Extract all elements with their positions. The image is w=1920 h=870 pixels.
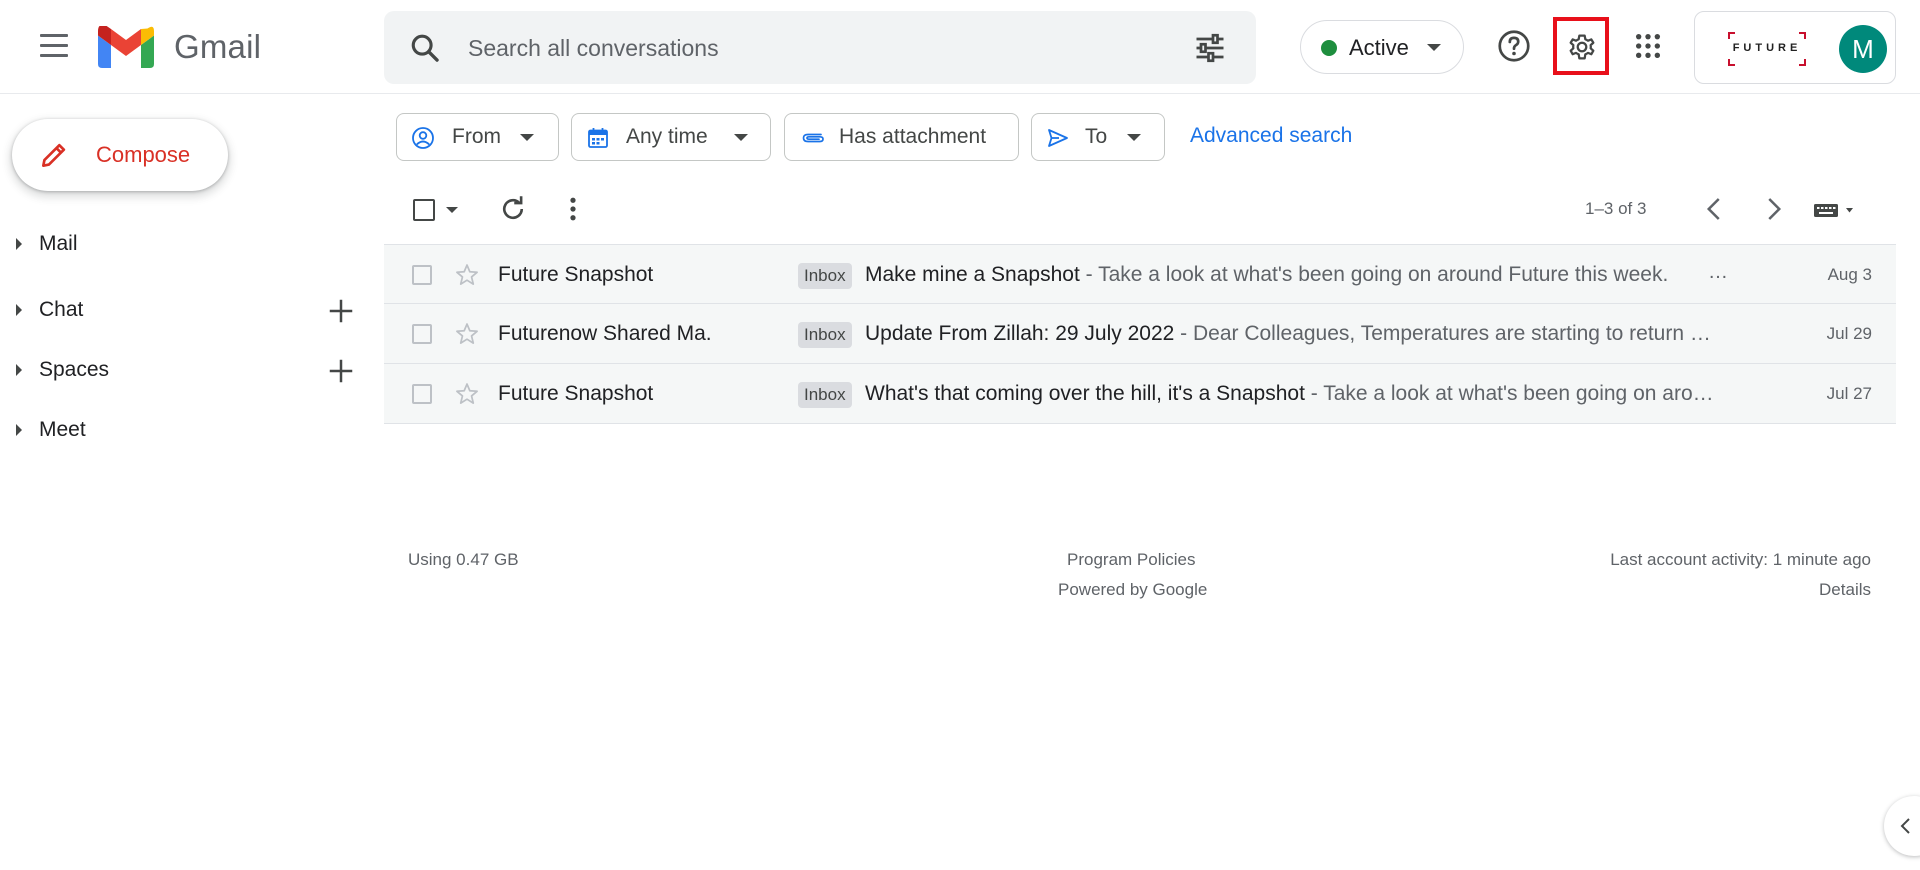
select-options-chevron-icon[interactable] [446,207,458,213]
search-icon[interactable] [408,31,442,65]
sidebar-item-label: Chat [39,298,84,321]
star-icon[interactable] [454,262,480,288]
row-checkbox[interactable] [412,265,432,285]
snippet-ellipsis: … [1708,261,1728,283]
row-checkbox[interactable] [412,324,432,344]
details-link[interactable]: Details [1819,580,1871,600]
email-preview: Make mine a Snapshot - Take a look at wh… [865,263,1725,287]
search-input[interactable] [468,29,1148,67]
row-checkbox[interactable] [412,384,432,404]
sidebar-item-label: Meet [39,418,86,441]
storage-usage: Using 0.47 GB [408,550,519,569]
main-menu-icon[interactable] [36,34,72,62]
gear-icon [1569,34,1595,60]
pagination-text: 1–3 of 3 [1585,199,1647,218]
filter-chip-from[interactable]: From [396,113,559,161]
compose-button[interactable]: Compose [12,119,228,191]
email-row[interactable]: Futurenow Shared Ma. Inbox Update From Z… [384,304,1896,364]
email-date: Aug 3 [1827,265,1872,284]
expand-arrow-icon[interactable] [16,304,22,316]
send-icon [1048,129,1068,147]
expand-arrow-icon[interactable] [16,238,22,250]
chip-label: Any time [626,125,708,148]
compose-label: Compose [96,142,191,167]
account-switcher[interactable]: FUTURE M [1694,11,1896,84]
person-circle-icon [412,127,434,149]
sidebar-item-spaces[interactable]: Spaces [0,347,360,395]
search-bar[interactable] [384,11,1256,84]
last-activity-text: Last account activity: 1 minute ago [1610,550,1871,569]
organization-logo: FUTURE [1727,32,1807,66]
app-title: Gmail [174,28,262,65]
email-sender: Future Snapshot [498,382,654,405]
google-apps-icon[interactable] [1634,32,1662,60]
new-chat-plus-icon[interactable] [326,296,356,326]
search-options-icon[interactable] [1192,30,1228,66]
status-label: Active [1349,35,1409,60]
star-icon[interactable] [454,381,480,407]
chip-label: To [1085,125,1108,148]
sidebar-item-label: Spaces [39,358,110,381]
chevron-down-icon [520,134,534,141]
email-preview: Update From Zillah: 29 July 2022 - Dear … [865,322,1725,346]
chevron-down-icon [1427,44,1441,51]
inbox-label-badge[interactable]: Inbox [798,322,852,348]
chevron-right-icon[interactable] [1758,194,1788,224]
email-snippet: - Dear Colleagues, Temperatures are star… [1174,322,1711,345]
email-subject: What's that coming over the hill, it's a… [865,382,1305,405]
chevron-left-icon[interactable] [1700,194,1730,224]
email-preview: What's that coming over the hill, it's a… [865,382,1725,406]
sidebar-item-chat[interactable]: Chat [0,287,360,335]
filter-chip-any-time[interactable]: Any time [571,113,771,161]
email-sender: Futurenow Shared Ma. [498,322,712,345]
chip-label: From [452,125,501,148]
chevron-down-icon [734,134,748,141]
avatar[interactable]: M [1839,25,1887,73]
email-subject: Update From Zillah: 29 July 2022 [865,322,1175,345]
chip-label: Has attachment [839,125,987,148]
program-policies-link[interactable]: Program Policies [1067,550,1196,570]
expand-arrow-icon[interactable] [16,424,22,436]
gmail-logo[interactable] [98,26,154,68]
email-date: Jul 27 [1826,384,1872,403]
keyboard-icon[interactable] [1812,199,1860,221]
filter-chip-to[interactable]: To [1031,113,1165,161]
help-icon[interactable] [1496,28,1532,64]
chevron-down-icon [1127,134,1141,141]
sidebar-item-mail[interactable]: Mail [0,221,360,269]
top-bar: Gmail Active [0,0,1920,94]
email-date: Jul 29 [1826,324,1872,343]
calendar-icon [588,128,608,148]
refresh-icon[interactable] [498,194,528,224]
advanced-search-link[interactable]: Advanced search [1190,124,1352,148]
pencil-icon [42,143,66,167]
email-subject: Make mine a Snapshot [865,263,1080,286]
status-indicator [1321,40,1337,56]
email-sender: Future Snapshot [498,263,654,286]
sidebar-item-meet[interactable]: Meet [0,407,360,455]
chevron-left-icon [1900,818,1910,834]
star-icon[interactable] [454,321,480,347]
email-snippet: - Take a look at what's been going on ar… [1304,382,1714,405]
settings-button[interactable] [1553,17,1609,75]
filter-chip-has-attachment[interactable]: Has attachment [784,113,1019,161]
sidebar-item-label: Mail [39,232,78,255]
email-row[interactable]: Future Snapshot Inbox What's that coming… [384,364,1896,424]
status-dropdown[interactable]: Active [1300,20,1464,74]
paperclip-icon [802,133,824,143]
powered-by-text: Powered by Google [1058,580,1208,599]
email-row[interactable]: Future Snapshot Inbox Make mine a Snapsh… [384,244,1896,304]
new-space-plus-icon[interactable] [326,356,356,386]
side-panel-toggle[interactable] [1884,796,1920,856]
inbox-label-badge[interactable]: Inbox [798,263,852,289]
email-snippet: - Take a look at what's been going on ar… [1079,263,1669,286]
more-options-icon[interactable] [558,194,588,224]
email-list: Future Snapshot Inbox Make mine a Snapsh… [384,244,1896,424]
expand-arrow-icon[interactable] [16,364,22,376]
inbox-label-badge[interactable]: Inbox [798,382,852,408]
select-all-checkbox[interactable] [413,199,435,221]
